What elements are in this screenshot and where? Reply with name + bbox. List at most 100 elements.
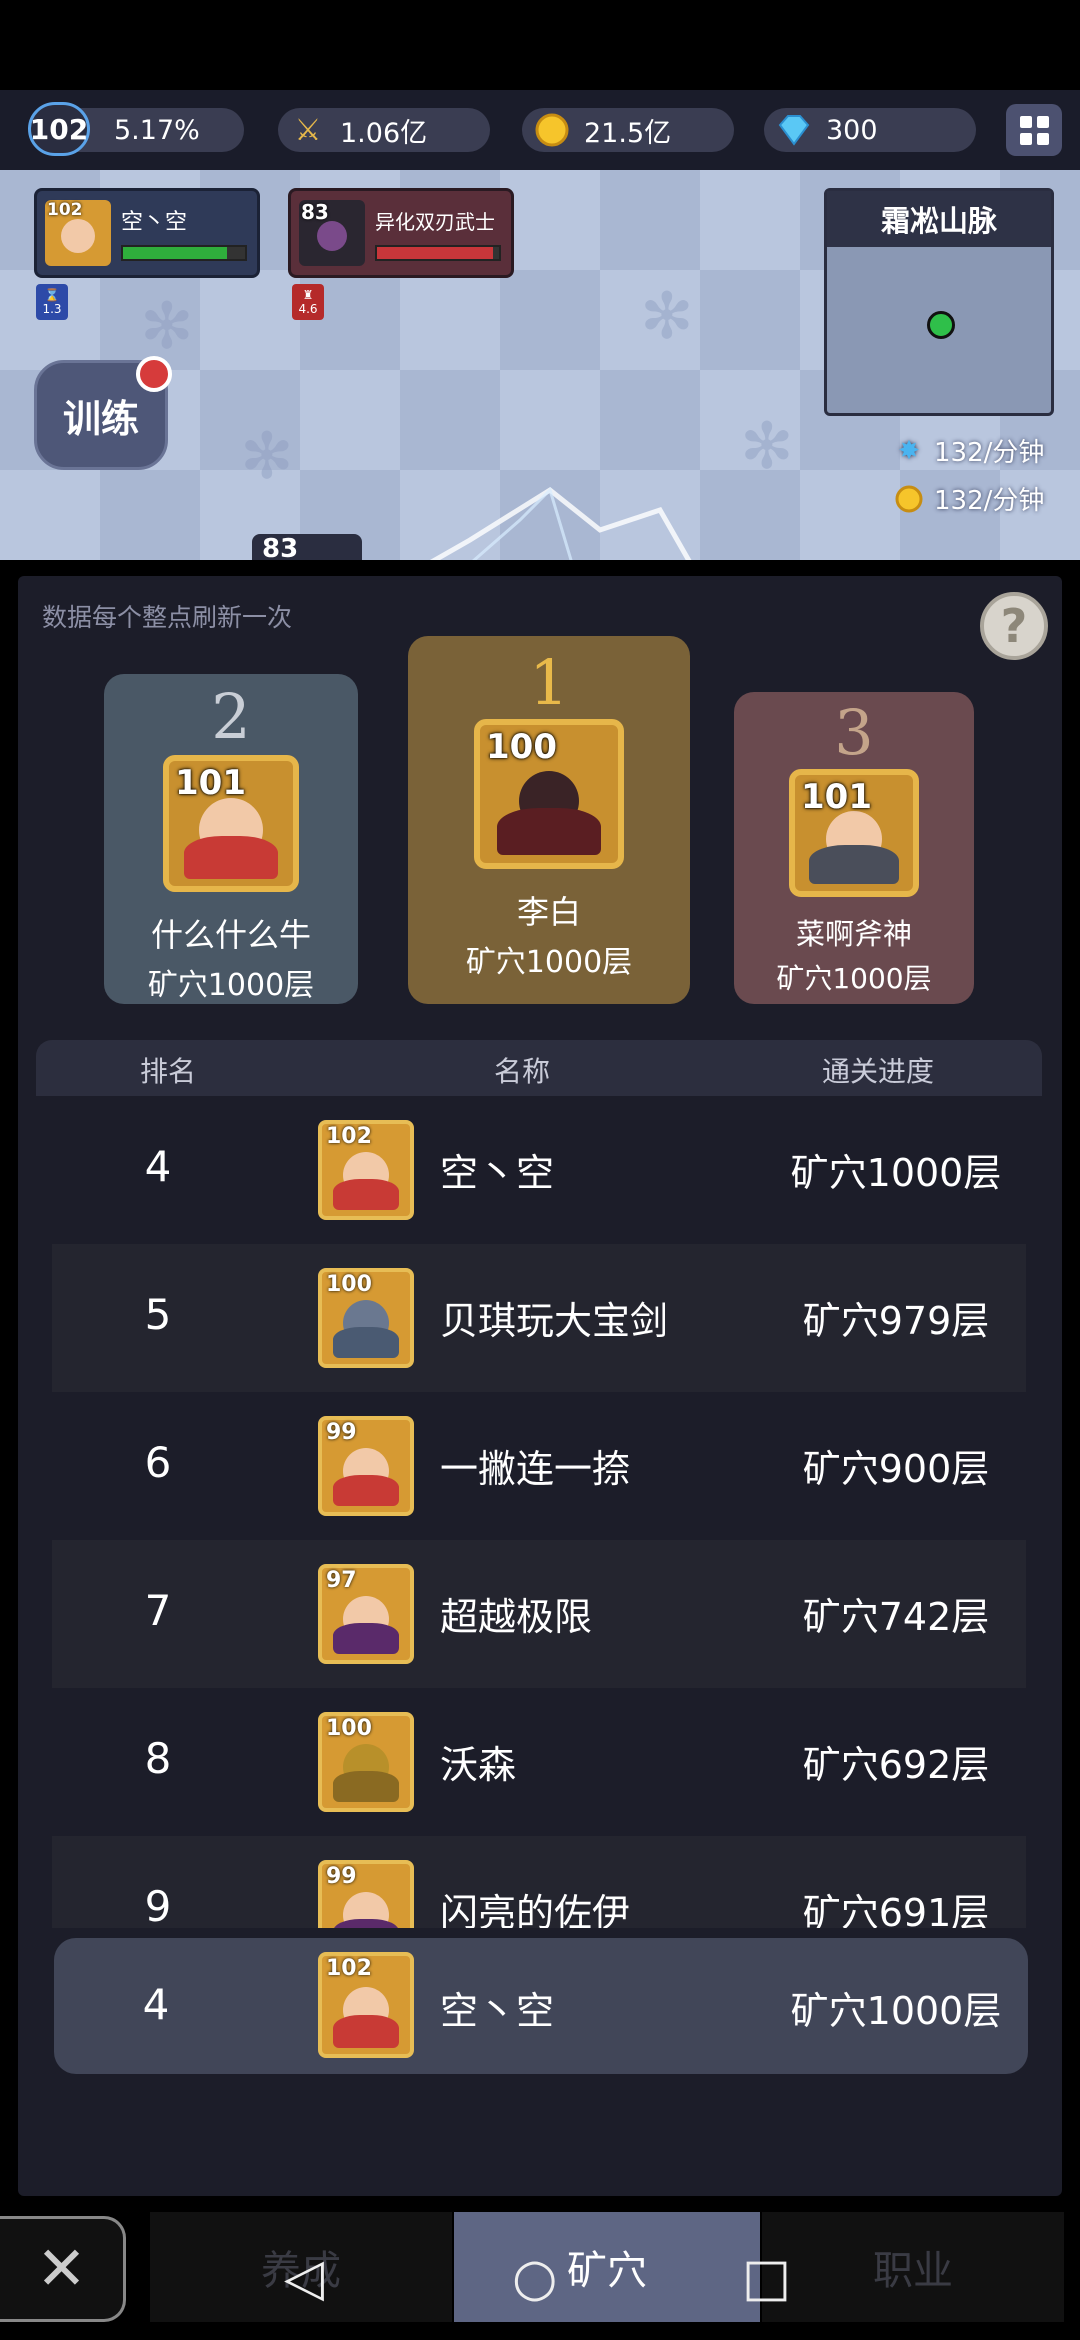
- gold-value: 21.5亿: [584, 117, 672, 149]
- bottom-unit-level: 83: [252, 534, 362, 560]
- attack-stance-icon: ♜ 4.6: [292, 284, 324, 320]
- table-row[interactable]: 9 99 闪亮的佐伊 矿穴691层: [36, 1836, 1042, 1928]
- power-pill: ⚔ 1.06亿: [278, 108, 490, 152]
- row-name: 闪亮的佐伊: [440, 1891, 631, 1928]
- battle-scene[interactable]: ✻ ✻ ✻ ✻ ✻ 102 空丶空 ⌛1.3 83 异化双刃武士 ♜4.6 训练…: [0, 170, 1080, 560]
- row-name: 贝琪玩大宝剑: [440, 1299, 669, 1343]
- tab-class[interactable]: 职业: [762, 2212, 1064, 2322]
- row-progress: 矿穴691层: [802, 1891, 990, 1928]
- back-triangle-icon[interactable]: ◁: [284, 2248, 324, 2308]
- my-rank: 4: [142, 1980, 170, 2029]
- podium-rank: 2: [211, 680, 251, 753]
- table-row[interactable]: 4 102 空丶空 矿穴1000层: [36, 1096, 1042, 1244]
- player-location-marker: [927, 311, 955, 339]
- help-button[interactable]: ?: [980, 592, 1048, 660]
- podium-avatar: 101: [789, 769, 919, 897]
- enemy-hp-bar: [375, 245, 501, 261]
- resource-bar: 5.17% 102 ⚔ 1.06亿 21.5亿 300: [0, 90, 1080, 170]
- row-progress: 矿穴1000层: [790, 1151, 1002, 1195]
- table-row[interactable]: 8 100 沃森 矿穴692层: [36, 1688, 1042, 1836]
- podium-rank: 3: [834, 696, 874, 769]
- player-unit-card[interactable]: 102 空丶空: [34, 188, 260, 278]
- podium-rank: 1: [529, 646, 569, 719]
- player-avatar: 102: [45, 200, 111, 266]
- my-level: 102: [326, 1956, 372, 1981]
- player-level-badge[interactable]: 102: [28, 102, 90, 156]
- podium-progress: 矿穴1000层: [776, 962, 932, 995]
- podium-avatar: 100: [474, 719, 624, 869]
- row-rank: 7: [144, 1586, 172, 1635]
- refresh-note: 数据每个整点刷新一次: [42, 603, 293, 632]
- row-avatar: 100: [318, 1712, 414, 1812]
- gold-pill: 21.5亿: [522, 108, 734, 152]
- row-level: 97: [326, 1568, 357, 1593]
- row-progress: 矿穴742层: [802, 1595, 990, 1639]
- row-avatar: 100: [318, 1268, 414, 1368]
- row-avatar: 99: [318, 1860, 414, 1928]
- column-rank: 排名: [140, 1055, 197, 1088]
- row-level: 100: [326, 1716, 372, 1741]
- snowflake-icon: ✻: [140, 290, 194, 364]
- minimap[interactable]: 霜凇山脉: [824, 188, 1054, 416]
- row-avatar: 97: [318, 1564, 414, 1664]
- snowflake-icon: ✻: [240, 420, 294, 494]
- lightning-effect: [429, 486, 692, 560]
- podium-progress: 矿穴1000层: [465, 945, 633, 980]
- power-value: 1.06亿: [340, 117, 428, 149]
- my-name: 空丶空: [440, 1989, 555, 2033]
- exp-rate: ✸ 132/分钟: [892, 432, 1044, 469]
- player-hp-bar: [121, 245, 247, 261]
- system-status-bar: [0, 0, 1080, 90]
- row-level: 102: [326, 1124, 372, 1149]
- my-progress: 矿穴1000层: [790, 1989, 1002, 2033]
- grid-menu-button[interactable]: [1006, 104, 1062, 156]
- recents-square-icon[interactable]: □: [742, 2248, 791, 2308]
- row-level: 99: [326, 1420, 357, 1445]
- podium-second[interactable]: 2 101 什么什么牛 矿穴1000层: [104, 674, 358, 1004]
- table-row[interactable]: 7 97 超越极限 矿穴742层: [36, 1540, 1042, 1688]
- enemy-avatar: 83: [299, 200, 365, 266]
- podium-name: 李白: [516, 893, 581, 931]
- home-circle-icon[interactable]: ○: [512, 2248, 557, 2308]
- grid-menu-icon: [1019, 115, 1049, 145]
- row-name: 超越极限: [440, 1595, 593, 1639]
- row-avatar: 99: [318, 1416, 414, 1516]
- enemy-sub-icon-label: 4.6: [298, 302, 318, 316]
- player-unit-level: 102: [47, 200, 83, 220]
- player-sub-icon-label: 1.3: [42, 302, 62, 316]
- row-name: 空丶空: [440, 1151, 555, 1195]
- my-rank-row[interactable]: 4 102 空丶空 矿穴1000层: [54, 1938, 1028, 2074]
- podium-avatar: 101: [163, 755, 299, 892]
- close-button[interactable]: ✕: [0, 2216, 126, 2322]
- row-level: 99: [326, 1864, 357, 1889]
- row-rank: 4: [144, 1142, 172, 1191]
- podium-name: 什么什么牛: [150, 916, 311, 954]
- ranking-list[interactable]: 4 102 空丶空 矿穴1000层 5 100 贝琪玩大宝剑 矿穴979层 6 …: [36, 1096, 1042, 1928]
- close-icon: ✕: [36, 2234, 87, 2304]
- column-progress: 通关进度: [822, 1055, 935, 1088]
- notification-dot: [136, 356, 172, 392]
- hourglass-icon: ⌛ 1.3: [36, 284, 68, 320]
- snowflake-icon: ✻: [740, 410, 794, 484]
- snowflake-icon: ✻: [640, 280, 694, 354]
- exp-percent: 5.17%: [114, 114, 200, 146]
- row-progress: 矿穴692层: [802, 1743, 990, 1787]
- table-row[interactable]: 5 100 贝琪玩大宝剑 矿穴979层: [36, 1244, 1042, 1392]
- podium-level: 101: [801, 777, 872, 817]
- podium-name: 菜啊斧神: [795, 917, 912, 951]
- enemy-unit-card[interactable]: 83 异化双刃武士: [288, 188, 514, 278]
- podium-first[interactable]: 1 100 李白 矿穴1000层: [408, 636, 690, 1004]
- table-row[interactable]: 6 99 一撇连一捺 矿穴900层: [36, 1392, 1042, 1540]
- row-rank: 9: [144, 1882, 172, 1928]
- podium-third[interactable]: 3 101 菜啊斧神 矿穴1000层: [734, 692, 974, 1004]
- row-rank: 8: [144, 1734, 172, 1783]
- enemy-unit-level: 83: [301, 200, 329, 224]
- diamond-icon: [774, 110, 814, 150]
- row-avatar: 102: [318, 1120, 414, 1220]
- tab-mine[interactable]: 矿穴: [454, 2212, 760, 2322]
- diamond-value: 300: [826, 114, 878, 146]
- gold-coin-icon: [892, 482, 926, 516]
- gold-coin-icon: [532, 110, 572, 150]
- leaderboard-panel: 数据每个整点刷新一次 ? 2 101 什么什么牛 矿穴1000层 1 100 李…: [18, 576, 1062, 2196]
- row-level: 100: [326, 1272, 372, 1297]
